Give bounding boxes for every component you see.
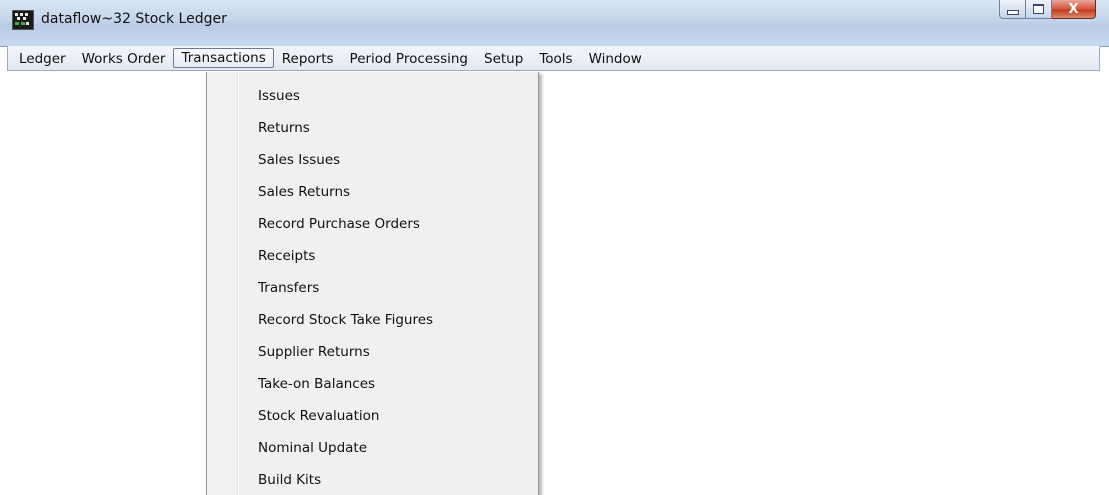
- window-title: dataflow~32 Stock Ledger: [41, 11, 227, 27]
- menu-window[interactable]: Window: [581, 48, 650, 69]
- close-button[interactable]: X: [1052, 0, 1096, 19]
- maximize-button[interactable]: [1026, 0, 1052, 19]
- menu-item-take-on-balances[interactable]: Take-on Balances: [258, 370, 375, 398]
- menu-gutter-highlight: [238, 72, 239, 495]
- menu-tools[interactable]: Tools: [531, 48, 580, 69]
- menu-item-returns[interactable]: Returns: [258, 114, 310, 142]
- menu-period-processing[interactable]: Period Processing: [342, 48, 476, 69]
- minimize-button[interactable]: [999, 0, 1026, 19]
- caption-buttons: X: [999, 0, 1096, 21]
- menu-bar: Ledger Works Order Transactions Reports …: [7, 46, 1100, 71]
- menu-item-record-stock-take-figures[interactable]: Record Stock Take Figures: [258, 306, 433, 334]
- maximize-icon: [1033, 4, 1044, 14]
- menu-icon-gutter: [207, 72, 237, 495]
- menu-item-transfers[interactable]: Transfers: [258, 274, 319, 302]
- menu-reports[interactable]: Reports: [274, 48, 342, 69]
- menu-works-order[interactable]: Works Order: [74, 48, 174, 69]
- menu-item-supplier-returns[interactable]: Supplier Returns: [258, 338, 370, 366]
- menu-item-stock-revaluation[interactable]: Stock Revaluation: [258, 402, 379, 430]
- menu-transactions[interactable]: Transactions: [173, 48, 274, 68]
- menu-ledger[interactable]: Ledger: [11, 48, 74, 69]
- title-bar[interactable]: dataflow~32 Stock Ledger X: [0, 0, 1109, 47]
- menu-item-receipts[interactable]: Receipts: [258, 242, 315, 270]
- menu-item-build-kits[interactable]: Build Kits: [258, 466, 321, 494]
- menu-item-record-purchase-orders[interactable]: Record Purchase Orders: [258, 210, 420, 238]
- menu-item-issues[interactable]: Issues: [258, 82, 300, 110]
- app-logo-icon[interactable]: [12, 10, 34, 30]
- menu-setup[interactable]: Setup: [476, 48, 531, 69]
- transactions-dropdown-menu: Issues Returns Sales Issues Sales Return…: [206, 72, 539, 495]
- menu-item-sales-issues[interactable]: Sales Issues: [258, 146, 340, 174]
- menu-item-nominal-update[interactable]: Nominal Update: [258, 434, 367, 462]
- close-icon: X: [1068, 1, 1079, 17]
- minimize-icon: [1006, 9, 1019, 15]
- menu-item-sales-returns[interactable]: Sales Returns: [258, 178, 350, 206]
- app-window: dataflow~32 Stock Ledger X Ledger Works …: [0, 0, 1109, 495]
